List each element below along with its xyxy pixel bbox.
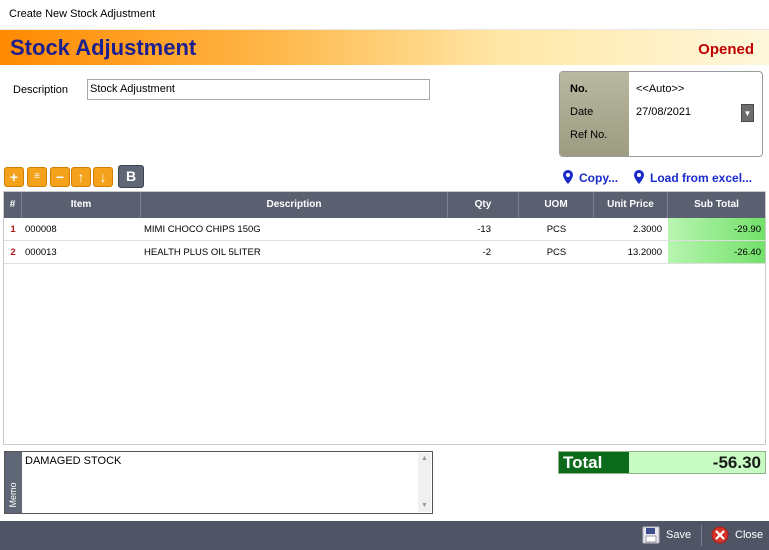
memo-textarea[interactable]: DAMAGED STOCK: [25, 455, 121, 467]
item-cell[interactable]: 000008: [22, 218, 141, 241]
move-up-icon: ↑: [77, 169, 85, 185]
chevron-down-icon: ▼: [743, 109, 752, 118]
add-row-button[interactable]: +: [4, 167, 24, 187]
header-banner: Stock Adjustment Opened: [0, 30, 769, 65]
insert-icon: ≡: [34, 171, 40, 182]
load-from-excel-link[interactable]: Load from excel...: [634, 170, 752, 185]
sub-total-cell: -26.40: [668, 241, 765, 264]
unit-price-cell[interactable]: 2.3000: [594, 218, 668, 241]
total-value: -56.30: [712, 453, 761, 472]
column-header-item[interactable]: Item: [22, 192, 141, 218]
move-up-button[interactable]: ↑: [71, 167, 91, 187]
location-pin-icon: [563, 170, 573, 184]
items-grid: # Item Description Qty UOM Unit Price Su…: [3, 191, 766, 445]
status-badge: Opened: [698, 41, 754, 58]
column-header-index[interactable]: #: [4, 192, 22, 218]
description-cell[interactable]: HEALTH PLUS OIL 5LITER: [141, 241, 448, 264]
footer-bar: Save Close: [0, 521, 769, 550]
column-header-description[interactable]: Description: [141, 192, 448, 218]
load-from-excel-label: Load from excel...: [650, 171, 753, 185]
save-label: Save: [666, 529, 692, 541]
save-button[interactable]: Save: [642, 524, 694, 547]
scroll-up-icon[interactable]: ▲: [418, 453, 431, 465]
column-header-unit-price[interactable]: Unit Price: [594, 192, 668, 218]
memo-side-label: Memo: [5, 452, 22, 513]
description-label: Description: [13, 84, 69, 96]
close-label: Close: [735, 529, 764, 541]
page-title: Stock Adjustment: [10, 35, 197, 60]
total-panel: Total -56.30: [558, 451, 766, 474]
qty-cell[interactable]: -2: [448, 241, 519, 264]
column-header-sub-total[interactable]: Sub Total: [668, 192, 765, 218]
date-field[interactable]: 27/08/2021: [636, 106, 691, 118]
scroll-down-icon[interactable]: ▼: [418, 500, 431, 512]
remove-row-button[interactable]: −: [50, 167, 70, 187]
sub-total-cell: -29.90: [668, 218, 765, 241]
memo-panel: Memo DAMAGED STOCK ▲ ▼: [4, 451, 433, 514]
column-header-qty[interactable]: Qty: [448, 192, 519, 218]
ref-no-label: Ref No.: [570, 129, 608, 141]
date-dropdown-button[interactable]: ▼: [741, 104, 754, 122]
close-icon: [711, 526, 729, 544]
move-down-button[interactable]: ↓: [93, 167, 113, 187]
qty-cell[interactable]: -13: [448, 218, 519, 241]
uom-cell[interactable]: PCS: [519, 218, 594, 241]
unit-price-cell[interactable]: 13.2000: [594, 241, 668, 264]
total-label: Total: [559, 452, 629, 473]
row-index: 2: [4, 241, 22, 264]
no-label: No.: [570, 83, 588, 95]
description-input[interactable]: Stock Adjustment: [87, 79, 430, 100]
date-label: Date: [570, 106, 594, 118]
location-pin-icon: [634, 170, 644, 184]
window-titlebar: Create New Stock Adjustment: [0, 0, 769, 30]
no-field[interactable]: <<Auto>>: [636, 83, 684, 95]
column-header-uom[interactable]: UOM: [519, 192, 594, 218]
uom-cell[interactable]: PCS: [519, 241, 594, 264]
document-info-panel: No. <<Auto>> Date 27/08/2021 ▼ Ref No.: [559, 71, 763, 157]
memo-label: Memo: [8, 482, 18, 508]
item-cell[interactable]: 000013: [22, 241, 141, 264]
bold-button[interactable]: B: [118, 165, 144, 188]
window-title: Create New Stock Adjustment: [9, 8, 156, 20]
insert-row-button[interactable]: ≡: [27, 167, 47, 187]
move-down-icon: ↓: [99, 169, 107, 185]
add-icon: +: [9, 169, 19, 185]
row-index: 1: [4, 218, 22, 241]
copy-link[interactable]: Copy...: [563, 170, 618, 185]
floppy-disk-icon: [642, 526, 660, 544]
remove-icon: −: [55, 169, 65, 185]
description-cell[interactable]: MIMI CHOCO CHIPS 150G: [141, 218, 448, 241]
copy-link-label: Copy...: [579, 171, 619, 185]
memo-scrollbar[interactable]: ▲ ▼: [418, 453, 431, 512]
close-button[interactable]: Close: [711, 524, 765, 547]
footer-divider: [701, 525, 702, 546]
